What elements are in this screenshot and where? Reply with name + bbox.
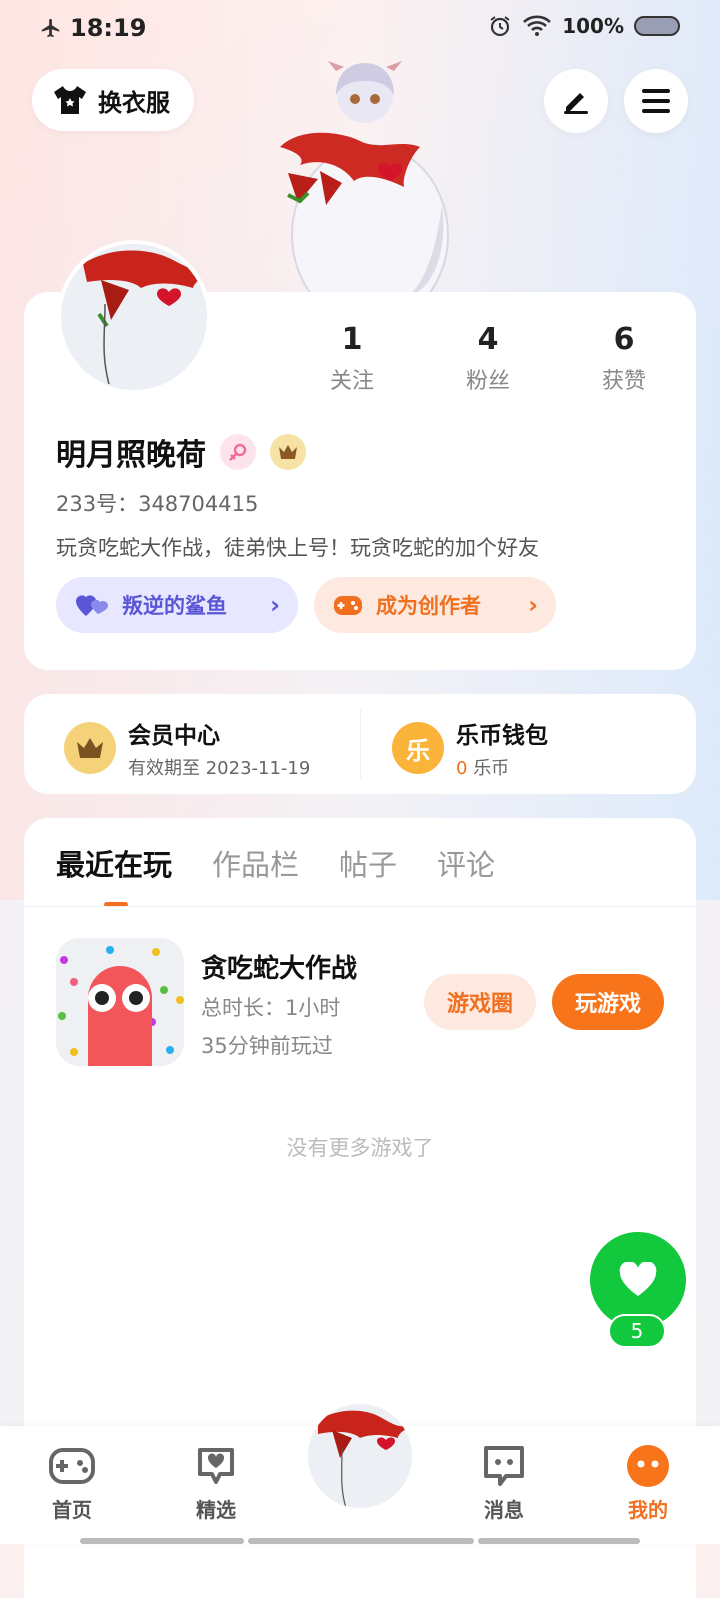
pencil-icon [564,93,588,114]
user-id: 233号：348704415 [56,492,259,516]
divider [360,710,361,778]
game-name: 贪吃蛇大作战 [201,954,358,984]
chevron-right-icon: › [270,591,280,619]
stat-fans[interactable]: 4 粉丝 [420,322,556,395]
nav-home-label: 首页 [52,1498,92,1522]
tab-posts[interactable]: 帖子 [339,842,397,884]
nav-me[interactable]: 我的 [598,1444,698,1523]
wallet-balance: 0 乐币 [456,754,548,780]
wallet-amount: 0 [456,758,468,779]
stat-likes-label: 获赞 [601,369,646,394]
stat-likes[interactable]: 6 获赞 [556,322,692,395]
stat-likes-value: 6 [613,322,635,357]
stat-fans-value: 4 [477,322,499,357]
nav-home[interactable]: 首页 [22,1444,122,1523]
heart-icon [619,1262,657,1296]
username: 明月照晚荷 [56,438,206,473]
tab-recent[interactable]: 最近在玩 [56,842,172,884]
home-indicator-segment [478,1538,640,1544]
wifi-icon [523,15,552,36]
heart-chat-icon [192,1444,240,1488]
nav-messages-label: 消息 [484,1498,524,1522]
chevron-right-icon: › [528,591,538,619]
become-creator-button[interactable]: 成为创作者 › [314,577,556,633]
stat-following-label: 关注 [329,369,374,394]
nav-featured-label: 精选 [196,1498,236,1522]
profile-stats: 1 关注 4 粉丝 6 获赞 [284,322,696,395]
play-game-button[interactable]: 玩游戏 [552,974,664,1030]
stat-fans-label: 粉丝 [465,369,510,394]
like-count-badge: 5 [608,1314,666,1348]
status-right-group: 100% [488,14,680,38]
stat-following-value: 1 [341,322,363,357]
status-bar: 18:19 100% [0,0,720,58]
gamepad-plus-icon [334,596,362,615]
shirt-icon [54,86,86,114]
edit-profile-button[interactable] [544,69,608,133]
tab-comments[interactable]: 评论 [437,842,495,884]
no-more-games-text: 没有更多游戏了 [286,1136,434,1160]
menu-icon [642,89,670,113]
avatar-image [308,1404,412,1508]
username-row: 明月照晚荷 [56,430,306,474]
wallet-title: 乐币钱包 [456,723,548,749]
stat-following[interactable]: 1 关注 [284,322,420,395]
user-bio: 玩贪吃蛇大作战，徒弟快上号！玩贪吃蛇的加个好友 [56,536,539,560]
avatar-figure-illustration[interactable] [270,55,460,295]
home-indicator-segment [248,1538,474,1544]
vip-center-title: 会员中心 [128,723,220,749]
tab-works[interactable]: 作品栏 [212,842,299,884]
coin-icon: 乐 [392,722,444,774]
alarm-icon [490,16,510,37]
vip-center[interactable]: 会员中心 有效期至 2023-11-19 [64,716,310,780]
tab-bar: 最近在玩 作品栏 帖子 评论 [56,842,495,884]
vip-crown-badge-icon [64,722,116,774]
tag-button-label: 叛逆的鲨鱼 [122,594,227,618]
change-outfit-button[interactable]: 换衣服 [32,69,194,131]
wallet-unit: 乐币 [473,758,510,779]
game-icon[interactable] [56,938,184,1066]
gender-female-icon [220,434,256,470]
vip-expiry: 有效期至 2023-11-19 [128,758,311,779]
nav-featured[interactable]: 精选 [166,1444,266,1523]
game-last-played: 35分钟前玩过 [201,1034,333,1058]
profile-avatar[interactable] [57,240,211,394]
profile-face-icon [624,1444,672,1488]
hearts-icon [76,595,108,616]
message-icon [480,1444,528,1488]
battery-icon [634,16,680,36]
gamepad-icon [48,1444,96,1488]
game-duration: 总时长：1小时 [201,996,341,1020]
list-item[interactable]: 贪吃蛇大作战 总时长：1小时 35分钟前玩过 游戏圈 玩游戏 [56,938,666,1068]
avatar-image [61,244,207,390]
become-creator-label: 成为创作者 [376,594,481,618]
nav-center-avatar[interactable] [304,1400,416,1512]
battery-percent: 100% [562,14,624,38]
nav-me-label: 我的 [628,1498,668,1522]
status-time-group: 18:19 [40,14,146,42]
coin-wallet[interactable]: 乐 乐币钱包 0 乐币 [392,716,548,780]
nav-messages[interactable]: 消息 [454,1444,554,1523]
divider [24,906,696,907]
home-indicator-segment [80,1538,244,1544]
change-outfit-label: 换衣服 [98,88,170,117]
game-circle-button[interactable]: 游戏圈 [424,974,536,1030]
vip-crown-icon[interactable] [270,434,306,470]
tag-button[interactable]: 叛逆的鲨鱼 › [56,577,298,633]
menu-button[interactable] [624,69,688,133]
status-time: 18:19 [70,14,147,42]
membership-card: 会员中心 有效期至 2023-11-19 乐 乐币钱包 0 乐币 [24,694,696,794]
coin-glyph: 乐 [406,736,430,765]
airplane-icon [41,18,60,38]
